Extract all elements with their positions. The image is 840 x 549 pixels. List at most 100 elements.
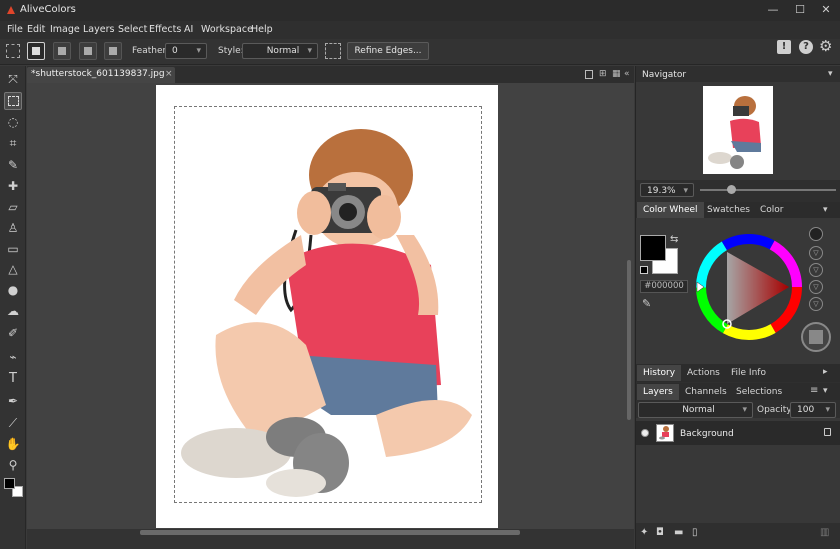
chevron-down-icon: ▾ xyxy=(742,405,747,415)
foreground-color-large[interactable] xyxy=(640,235,666,261)
tab-selections[interactable]: Selections xyxy=(730,384,788,400)
maximize-button[interactable]: ☐ xyxy=(789,2,811,18)
tab-history[interactable]: History xyxy=(637,365,682,381)
horizontal-scroll-thumb[interactable] xyxy=(140,530,520,535)
menu-ai[interactable]: AI xyxy=(184,24,193,35)
menu-select[interactable]: Select xyxy=(118,24,147,35)
selection-frame-icon[interactable] xyxy=(325,43,341,59)
foreground-color-swatch[interactable] xyxy=(4,478,15,489)
tab-color-wheel[interactable]: Color Wheel xyxy=(637,202,704,218)
add-mask-icon[interactable]: ◘ xyxy=(656,527,664,538)
lasso-tool-icon[interactable]: ◌ xyxy=(4,113,22,131)
blur-tool-icon[interactable]: ● xyxy=(4,281,22,299)
tab-close-icon[interactable]: × xyxy=(165,69,173,79)
style-select[interactable]: Normal ▾ xyxy=(242,43,318,59)
new-layer-icon[interactable]: ▯ xyxy=(692,527,698,538)
blend-mode-select[interactable]: Normal ▾ xyxy=(638,402,753,418)
color-mode-wheel-icon[interactable] xyxy=(809,227,823,241)
sharpen-tool-icon[interactable]: △ xyxy=(4,260,22,278)
feather-input[interactable]: 0 ▾ xyxy=(165,43,207,59)
collapse-panel-icon[interactable]: « xyxy=(624,69,630,79)
color-mode-square-icon[interactable] xyxy=(801,322,831,352)
help-icon[interactable]: ? xyxy=(799,40,813,54)
menu-file[interactable]: File xyxy=(7,24,23,35)
healing-tool-icon[interactable]: ✚ xyxy=(4,177,22,195)
hand-tool-icon[interactable]: ✋ xyxy=(4,435,22,453)
opacity-input[interactable]: 100 ▾ xyxy=(790,402,836,418)
swap-colors-icon[interactable]: ⇆ xyxy=(670,234,678,245)
smudge-tool-icon[interactable]: ☁ xyxy=(4,302,22,320)
color-wheel[interactable] xyxy=(694,232,804,342)
close-button[interactable]: ✕ xyxy=(815,2,837,18)
minimize-button[interactable]: — xyxy=(762,2,784,18)
tab-actions[interactable]: Actions xyxy=(681,365,726,381)
color-picker-tool-icon[interactable]: ⌁ xyxy=(4,348,22,366)
add-selection-button[interactable] xyxy=(53,42,71,60)
crop-tool-icon[interactable]: ⌗ xyxy=(4,134,22,152)
navigator-thumbnail[interactable] xyxy=(703,86,773,174)
eraser-tool-icon[interactable]: ▱ xyxy=(4,198,22,216)
chevron-down-icon: ▾ xyxy=(825,405,830,415)
tab-color[interactable]: Color xyxy=(754,202,790,218)
color-mode-triangle-icon[interactable]: ▽ xyxy=(809,246,823,260)
layers-list-icon[interactable]: ≡ xyxy=(810,385,818,396)
brush-tool-icon[interactable]: ✎ xyxy=(4,156,22,174)
document-view-icon[interactable] xyxy=(585,70,593,79)
color-mode-3-icon[interactable]: ▽ xyxy=(809,280,823,294)
rect-marquee-tool-icon[interactable] xyxy=(4,92,22,110)
menu-effects[interactable]: Effects xyxy=(149,24,181,35)
color-mode-2-icon[interactable]: ▽ xyxy=(809,263,823,277)
zoom-tool-icon[interactable]: ⚲ xyxy=(4,456,22,474)
layers-menu-icon[interactable]: ▾ xyxy=(823,386,828,396)
grid-view-icon[interactable]: ⊞ xyxy=(599,70,607,79)
tab-channels[interactable]: Channels xyxy=(679,384,733,400)
tab-swatches[interactable]: Swatches xyxy=(701,202,756,218)
settings-gear-icon[interactable]: ⚙ xyxy=(819,37,832,55)
new-selection-icon xyxy=(32,47,40,55)
style-value: Normal xyxy=(266,46,300,56)
tile-view-icon[interactable]: ▦ xyxy=(612,70,621,79)
pen-brush-tool-icon[interactable]: ✐ xyxy=(4,324,22,342)
refine-edges-button[interactable]: Refine Edges... xyxy=(347,42,429,60)
chevron-down-icon: ▾ xyxy=(683,186,688,196)
new-group-folder-icon[interactable]: ▬ xyxy=(674,527,683,538)
new-selection-button[interactable] xyxy=(27,42,45,60)
hex-color-field[interactable]: #000000 xyxy=(640,280,688,293)
expand-panel-icon[interactable]: ▸ xyxy=(823,367,828,377)
selection-mode-icon[interactable] xyxy=(6,44,20,58)
eyedropper-icon[interactable]: ✎ xyxy=(642,297,651,310)
zoom-level-select[interactable]: 19.3% ▾ xyxy=(640,183,694,197)
menu-image[interactable]: Image xyxy=(50,24,80,35)
zoom-slider-handle[interactable] xyxy=(727,185,736,194)
menu-edit[interactable]: Edit xyxy=(27,24,45,35)
tab-layers[interactable]: Layers xyxy=(637,384,679,400)
delete-layer-trash-icon[interactable]: ▥ xyxy=(820,527,829,538)
tab-file-info[interactable]: File Info xyxy=(725,365,772,381)
path-tool-icon[interactable]: ✒ xyxy=(4,392,22,410)
vertical-scroll-thumb[interactable] xyxy=(627,260,631,420)
layer-effects-icon[interactable]: ✦ xyxy=(640,527,648,538)
alert-icon[interactable]: ! xyxy=(777,40,791,54)
color-panel-menu-icon[interactable]: ▾ xyxy=(823,205,828,215)
fill-tool-icon[interactable]: ▭ xyxy=(4,240,22,258)
stamp-tool-icon[interactable]: ♙ xyxy=(4,219,22,237)
intersect-selection-button[interactable] xyxy=(104,42,122,60)
eyedropper-tool-icon[interactable]: ⟋ xyxy=(4,414,22,432)
move-tool-icon[interactable]: ⤧ xyxy=(4,70,22,88)
subtract-selection-button[interactable] xyxy=(79,42,97,60)
blend-mode-value: Normal xyxy=(682,405,715,415)
menu-workspace[interactable]: Workspace xyxy=(201,24,253,35)
title-bar xyxy=(0,0,840,21)
text-tool-icon[interactable]: T xyxy=(4,370,22,388)
navigator-menu-icon[interactable]: ▾ xyxy=(828,69,833,79)
menu-help[interactable]: Help xyxy=(251,24,273,35)
add-selection-icon xyxy=(58,47,66,55)
menu-layers[interactable]: Layers xyxy=(83,24,114,35)
zoom-slider[interactable] xyxy=(700,189,836,191)
layer-lock-icon[interactable] xyxy=(824,428,831,436)
subtract-selection-icon xyxy=(84,47,92,55)
selection-marquee xyxy=(174,106,482,503)
color-mode-4-icon[interactable]: ▽ xyxy=(809,297,823,311)
reset-colors-icon[interactable] xyxy=(640,266,648,274)
layer-visibility-eye-icon[interactable] xyxy=(641,429,649,437)
